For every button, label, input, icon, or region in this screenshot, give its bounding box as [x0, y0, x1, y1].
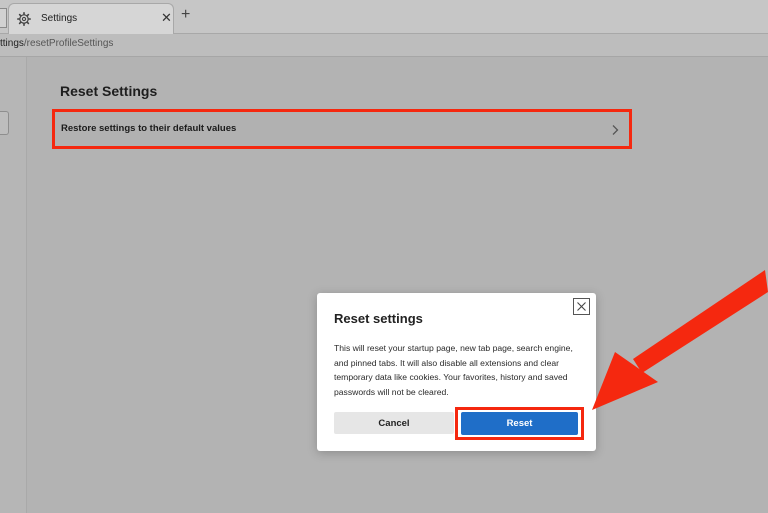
- annotation-arrow-shaft: [633, 270, 768, 373]
- annotation-arrow: [592, 270, 768, 410]
